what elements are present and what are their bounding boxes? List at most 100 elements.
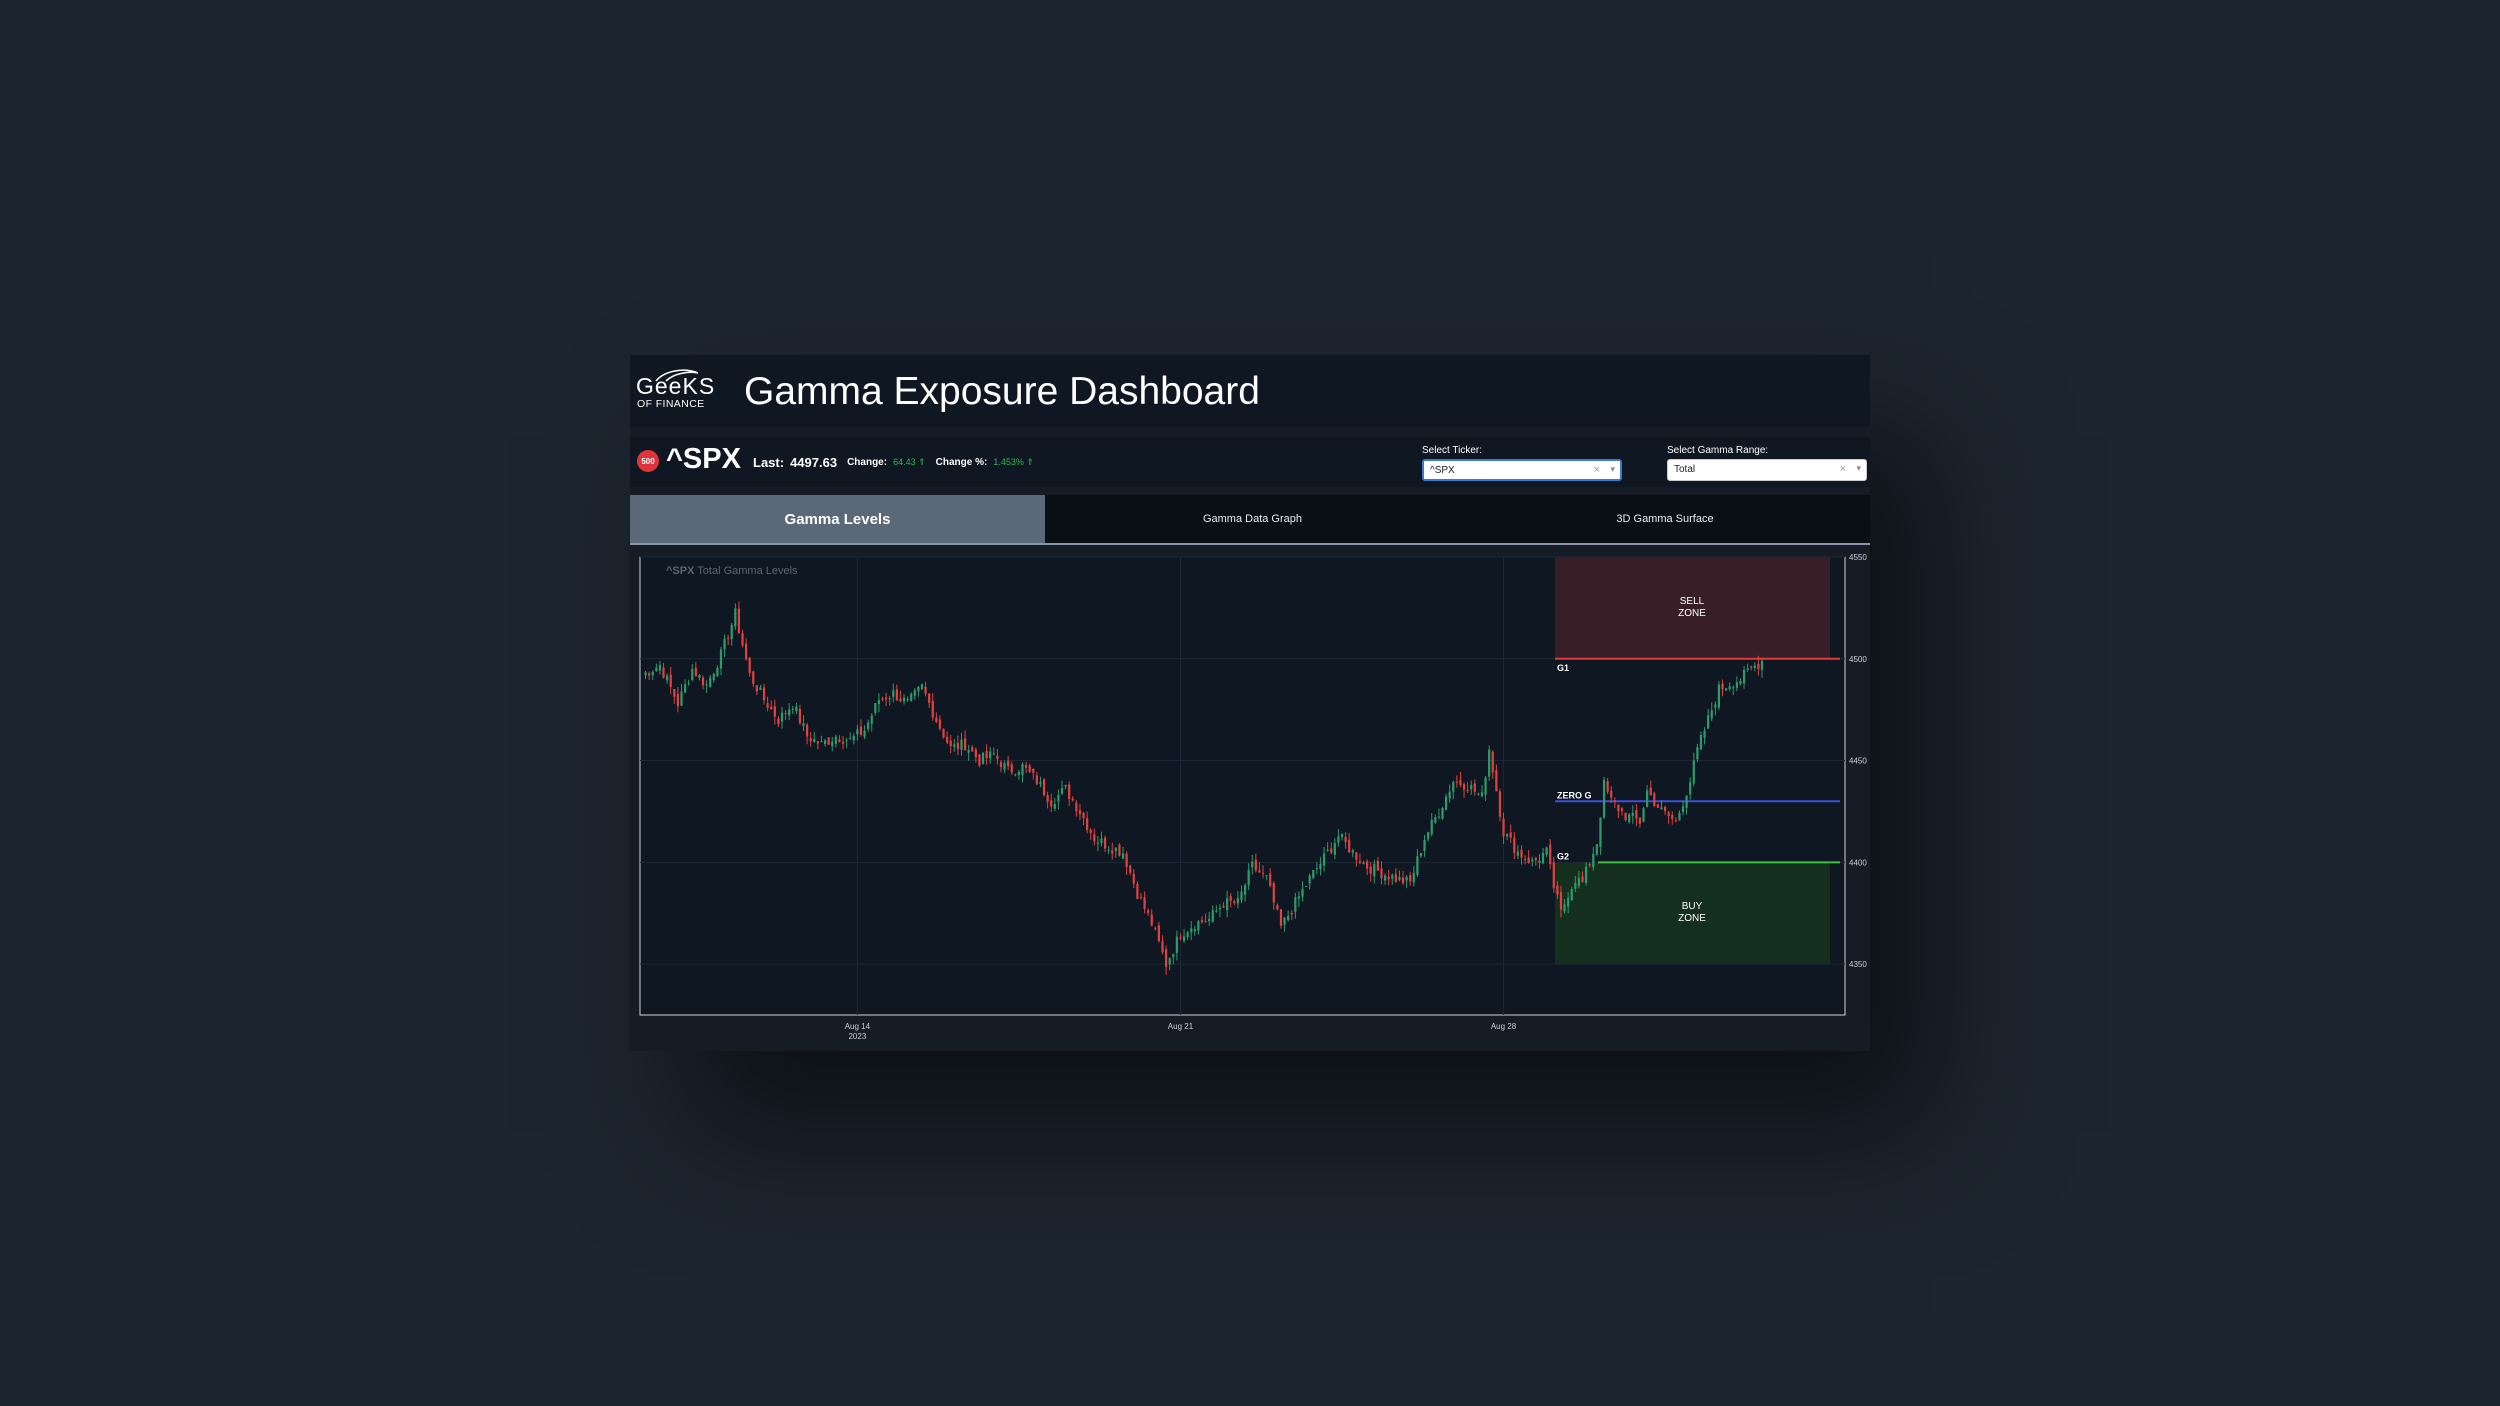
candle-body: [1358, 861, 1362, 863]
tab-gamma-levels[interactable]: Gamma Levels: [630, 495, 1045, 543]
candle-body: [1642, 808, 1645, 822]
chart-title: ^SPX Total Gamma Levels: [666, 565, 798, 577]
candle-body: [946, 736, 949, 743]
candle-body: [1495, 769, 1498, 792]
candle-body: [1064, 784, 1067, 787]
candle-body: [1251, 861, 1254, 868]
candle-body: [673, 689, 676, 697]
x-tick-label-2: Aug 28: [1491, 1022, 1517, 1031]
candle-body: [823, 740, 827, 745]
clear-icon[interactable]: ×: [1594, 464, 1600, 476]
y-tick-label-4: 4550: [1849, 553, 1867, 562]
candle-body: [1714, 704, 1717, 708]
candle-body: [1362, 862, 1365, 865]
candle-body: [788, 709, 791, 716]
candle-body: [1592, 853, 1595, 868]
candle-body: [1674, 819, 1677, 821]
candle-body: [1656, 804, 1660, 808]
candle-body: [1261, 872, 1265, 874]
chevron-down-icon[interactable]: ▾: [1856, 463, 1861, 474]
candle-body: [1240, 891, 1243, 901]
tab-3d-gamma-surface[interactable]: 3D Gamma Surface: [1460, 495, 1870, 543]
candle-body: [992, 753, 995, 755]
candle-body: [1721, 683, 1724, 690]
candle-body: [1746, 668, 1749, 670]
candle-body: [1660, 807, 1663, 810]
candle-body: [1200, 920, 1204, 923]
level-label-g2: G2: [1557, 851, 1569, 861]
candle-body: [1538, 860, 1541, 863]
tab-gamma-data-graph[interactable]: Gamma Data Graph: [1045, 495, 1460, 543]
candle-body: [1301, 888, 1304, 897]
candle-body: [1287, 915, 1290, 921]
candle-body: [1448, 791, 1451, 799]
candle-body: [1570, 889, 1573, 901]
candle-body: [942, 728, 945, 738]
candle-body: [1326, 849, 1329, 852]
candle-body: [1646, 790, 1649, 807]
level-label-zero-g: ZERO G: [1557, 790, 1592, 800]
change-pct-value: 1.453% ⇑: [993, 456, 1034, 467]
candle-body: [1610, 790, 1613, 798]
candle-body: [931, 700, 934, 718]
candle-body: [870, 715, 873, 724]
candle-body: [1710, 710, 1713, 719]
candle-body: [834, 736, 837, 744]
candle-body: [694, 667, 697, 677]
candle-body: [662, 667, 665, 678]
candle-body: [1452, 782, 1455, 792]
candle-body: [701, 677, 705, 686]
candle-body: [791, 708, 794, 710]
y-tick-label-1: 4400: [1849, 858, 1867, 867]
ticker-select-label: Select Ticker:: [1422, 445, 1483, 456]
zone-0-label-0: SELL: [1680, 596, 1705, 607]
candle-body: [1218, 908, 1222, 910]
candle-body: [1459, 779, 1462, 786]
candle-body: [1014, 774, 1017, 776]
candle-body: [1628, 814, 1631, 823]
candle-body: [773, 706, 776, 717]
candle-body: [1552, 862, 1555, 889]
candle-body: [1050, 800, 1053, 807]
candle-body: [1086, 818, 1089, 830]
candle-body: [1283, 917, 1286, 925]
candle-body: [655, 667, 658, 672]
candle-body: [1290, 913, 1293, 915]
ticker-select[interactable]: ^SPX × ▾: [1422, 459, 1622, 481]
candle-body: [1258, 870, 1261, 873]
candle-body: [1330, 848, 1333, 853]
candle-body: [1017, 771, 1021, 776]
candle-body: [1089, 829, 1092, 834]
candle-body: [859, 726, 863, 735]
candle-body: [1649, 787, 1652, 796]
candle-body: [1373, 863, 1376, 877]
gamma-range-select[interactable]: Total × ▾: [1667, 459, 1867, 481]
candle-body: [1039, 781, 1042, 784]
candle-body: [727, 637, 730, 639]
candle-body: [1007, 760, 1010, 766]
candle-body: [683, 684, 687, 693]
candle-body: [1154, 928, 1157, 930]
clear-icon[interactable]: ×: [1840, 463, 1846, 475]
candle-body: [1692, 760, 1695, 784]
candle-body: [1387, 876, 1390, 880]
candle-body: [1075, 802, 1078, 812]
candle-body: [687, 682, 690, 684]
candle-body: [1391, 875, 1394, 879]
candle-body: [1527, 857, 1530, 864]
candle-body: [1053, 804, 1056, 809]
candle-body: [716, 667, 719, 677]
candle-body: [1068, 784, 1071, 799]
candle-body: [680, 691, 683, 706]
candle-body: [1340, 833, 1344, 838]
candle-body: [1304, 886, 1308, 888]
candle-body: [1678, 812, 1681, 821]
candle-body: [1617, 804, 1620, 812]
candle-body: [1473, 783, 1476, 792]
candle-body: [1430, 819, 1433, 835]
candle-body: [1732, 687, 1735, 689]
chevron-down-icon[interactable]: ▾: [1610, 464, 1615, 475]
candle-body: [1509, 832, 1512, 838]
candle-body: [1513, 837, 1516, 853]
candle-body: [1279, 909, 1283, 926]
